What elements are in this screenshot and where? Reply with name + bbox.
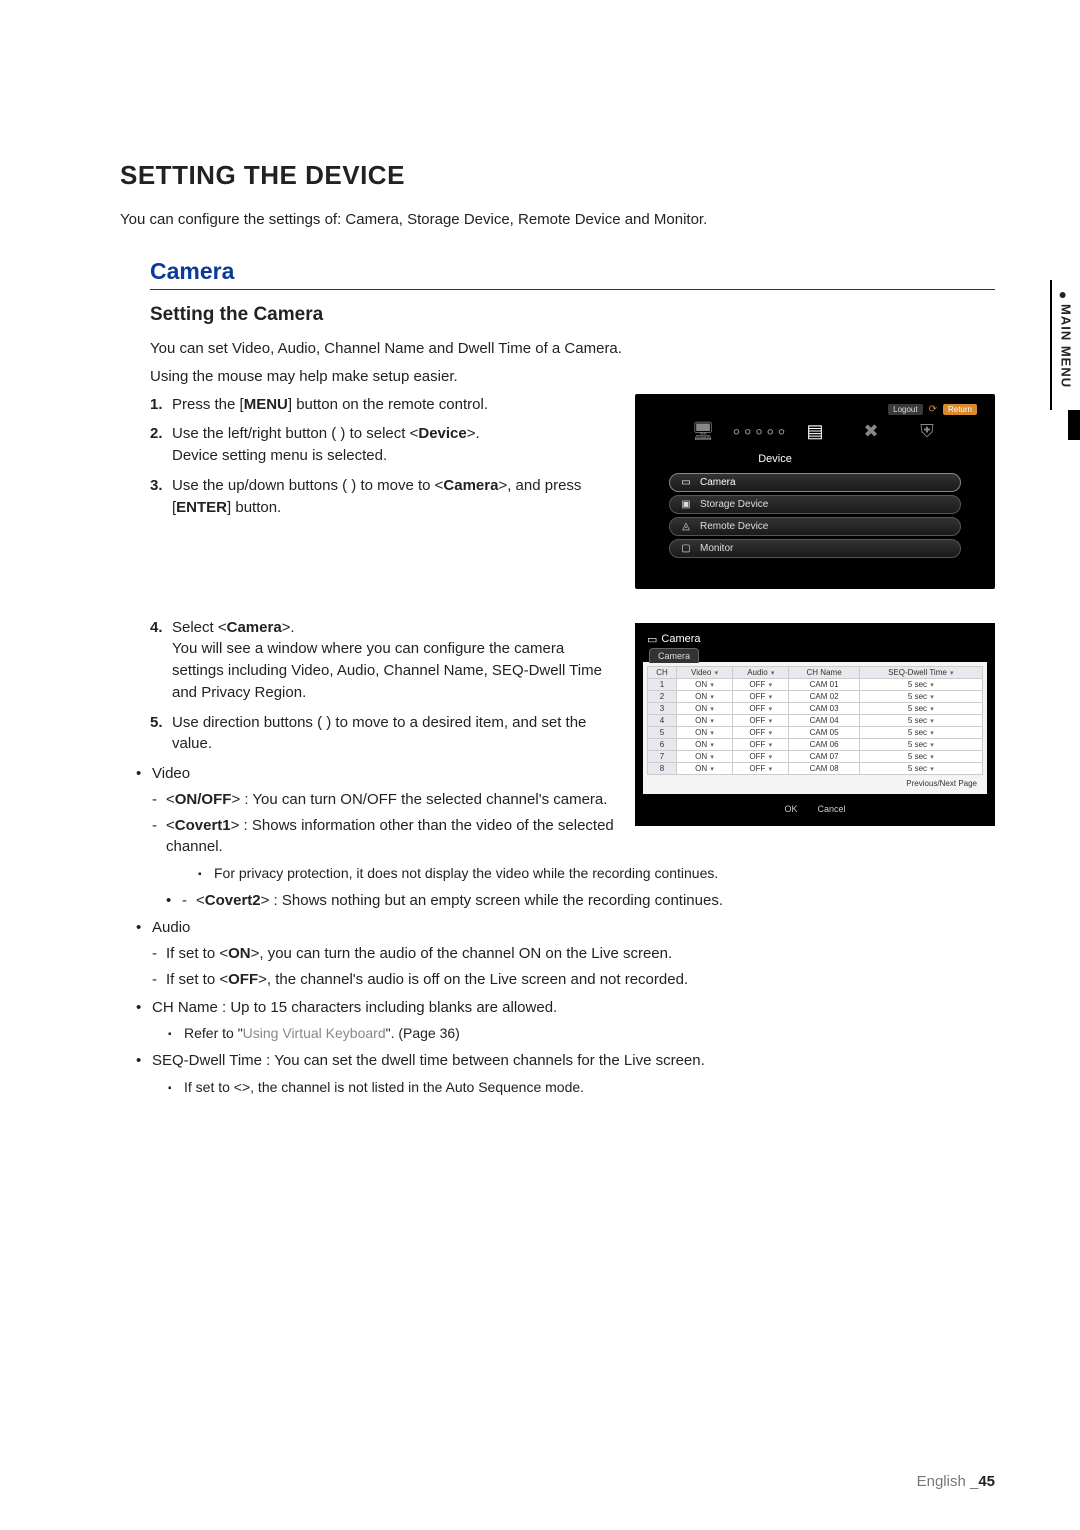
camera-table: CH Video ▾ Audio ▾ CH Name SEQ-Dwell Tim… <box>647 666 983 775</box>
side-tab: ● MAIN MENU <box>1050 280 1080 410</box>
step-3: 3. Use the up/down buttons ( ) to move t… <box>150 475 615 519</box>
page-footer: English _45 <box>917 1473 995 1490</box>
section-heading: Camera <box>150 258 995 290</box>
ok-button: OK <box>784 804 797 814</box>
col-chname: CH Name <box>789 666 859 678</box>
video-onoff: <ON/OFF> : You can turn ON/OFF the selec… <box>152 789 615 811</box>
seq-note: If set to <>, the channel is not listed … <box>168 1078 995 1098</box>
side-black-bar <box>1068 410 1080 440</box>
manual-page: ● MAIN MENU SETTING THE DEVICE You can c… <box>0 0 1080 1097</box>
step-2: 2. Use the left/right button ( ) to sele… <box>150 423 615 467</box>
remote-icon: ◬ <box>680 521 692 532</box>
video-covert2: <Covert2> : Shows nothing but an empty s… <box>182 890 995 912</box>
video-covert1: <Covert1> : Shows information other than… <box>152 815 615 859</box>
col-video: Video ▾ <box>676 666 732 678</box>
table-row: 7 ON ▾ OFF ▾ CAM 07 5 sec ▾ <box>648 750 983 762</box>
audio-bullet-group: Audio If set to <ON>, you can turn the a… <box>136 917 995 1018</box>
network-icon: ⛨ <box>914 421 940 443</box>
sc2-tab: Camera <box>649 648 699 663</box>
device-icon: ▤ <box>802 421 828 443</box>
submenu-camera: ▭Camera <box>669 473 961 492</box>
monitor-icon: 🖥 <box>690 421 716 443</box>
covert1-note: For privacy protection, it does not disp… <box>198 864 995 884</box>
col-dwell: SEQ-Dwell Time ▾ <box>859 666 982 678</box>
table-row: 1 ON ▾ OFF ▾ CAM 01 5 sec ▾ <box>648 678 983 690</box>
subsection-heading: Setting the Camera <box>150 304 995 326</box>
submenu-storage: ▣Storage Device <box>669 495 961 514</box>
side-tab-label: MAIN MENU <box>1059 304 1074 388</box>
device-submenu: ▭Camera ▣Storage Device ◬Remote Device ▢… <box>669 473 961 558</box>
refresh-icon: ⟳ <box>929 404 937 415</box>
intro-text: You can configure the settings of: Camer… <box>120 211 995 228</box>
camera-table-screenshot: ▭ Camera Camera CH Video ▾ Audio ▾ CH Na… <box>635 623 995 826</box>
camera-header-icon: ▭ <box>647 633 657 646</box>
col-ch: CH <box>648 666 677 678</box>
table-row: 5 ON ▾ OFF ▾ CAM 05 5 sec ▾ <box>648 726 983 738</box>
step-4: 4. Select <Camera>. You will see a windo… <box>150 617 615 704</box>
bullet-icon: ● <box>1059 286 1074 302</box>
table-row: 3 ON ▾ OFF ▾ CAM 03 5 sec ▾ <box>648 702 983 714</box>
desc-1: You can set Video, Audio, Channel Name a… <box>150 338 995 360</box>
prev-next-label: Previous/Next Page <box>647 775 983 790</box>
chname-note: Refer to "Using Virtual Keyboard". (Page… <box>168 1024 995 1044</box>
step-5: 5. Use direction buttons ( ) to move to … <box>150 712 615 756</box>
page-title: SETTING THE DEVICE <box>120 160 995 191</box>
record-dots-icon: ∘∘∘∘∘ <box>746 421 772 443</box>
video-bullet: Video <ON/OFF> : You can turn ON/OFF the… <box>136 763 615 858</box>
covert2-wrapper: <Covert2> : Shows nothing but an empty s… <box>166 890 995 912</box>
steps-list-2: 4. Select <Camera>. You will see a windo… <box>150 617 615 756</box>
sc2-header: ▭ Camera <box>647 633 983 646</box>
desc-2: Using the mouse may help make setup easi… <box>150 366 995 388</box>
logout-chip: Logout <box>888 404 922 415</box>
table-row: 2 ON ▾ OFF ▾ CAM 02 5 sec ▾ <box>648 690 983 702</box>
monitor-sub-icon: ▢ <box>680 543 692 554</box>
audio-off: If set to <OFF>, the channel's audio is … <box>152 969 995 991</box>
submenu-monitor: ▢Monitor <box>669 539 961 558</box>
storage-icon: ▣ <box>680 499 692 510</box>
col-audio: Audio ▾ <box>733 666 789 678</box>
steps-list: 1. Press the [MENU] button on the remote… <box>150 394 615 519</box>
chname-bullet: CH Name : Up to 15 characters including … <box>136 997 995 1019</box>
audio-bullet: Audio If set to <ON>, you can turn the a… <box>136 917 995 990</box>
device-menu-screenshot: Logout ⟳ Return 🖥 ∘∘∘∘∘ ▤ ✖ ⛨ Device ▭Ca… <box>635 394 995 589</box>
cancel-button: Cancel <box>818 804 846 814</box>
table-row: 4 ON ▾ OFF ▾ CAM 04 5 sec ▾ <box>648 714 983 726</box>
device-label: Device <box>573 453 977 465</box>
seq-bullet: SEQ-Dwell Time : You can set the dwell t… <box>136 1050 995 1072</box>
return-chip: Return <box>943 404 977 415</box>
submenu-remote: ◬Remote Device <box>669 517 961 536</box>
table-row: 6 ON ▾ OFF ▾ CAM 06 5 sec ▾ <box>648 738 983 750</box>
camera-icon: ▭ <box>680 477 692 488</box>
table-row: 8 ON ▾ OFF ▾ CAM 08 5 sec ▾ <box>648 762 983 774</box>
step-1: 1. Press the [MENU] button on the remote… <box>150 394 615 416</box>
video-bullet-group: Video <ON/OFF> : You can turn ON/OFF the… <box>136 763 615 858</box>
top-icon-row: 🖥 ∘∘∘∘∘ ▤ ✖ ⛨ <box>653 421 977 443</box>
audio-on: If set to <ON>, you can turn the audio o… <box>152 943 995 965</box>
tool-icon: ✖ <box>858 421 884 443</box>
